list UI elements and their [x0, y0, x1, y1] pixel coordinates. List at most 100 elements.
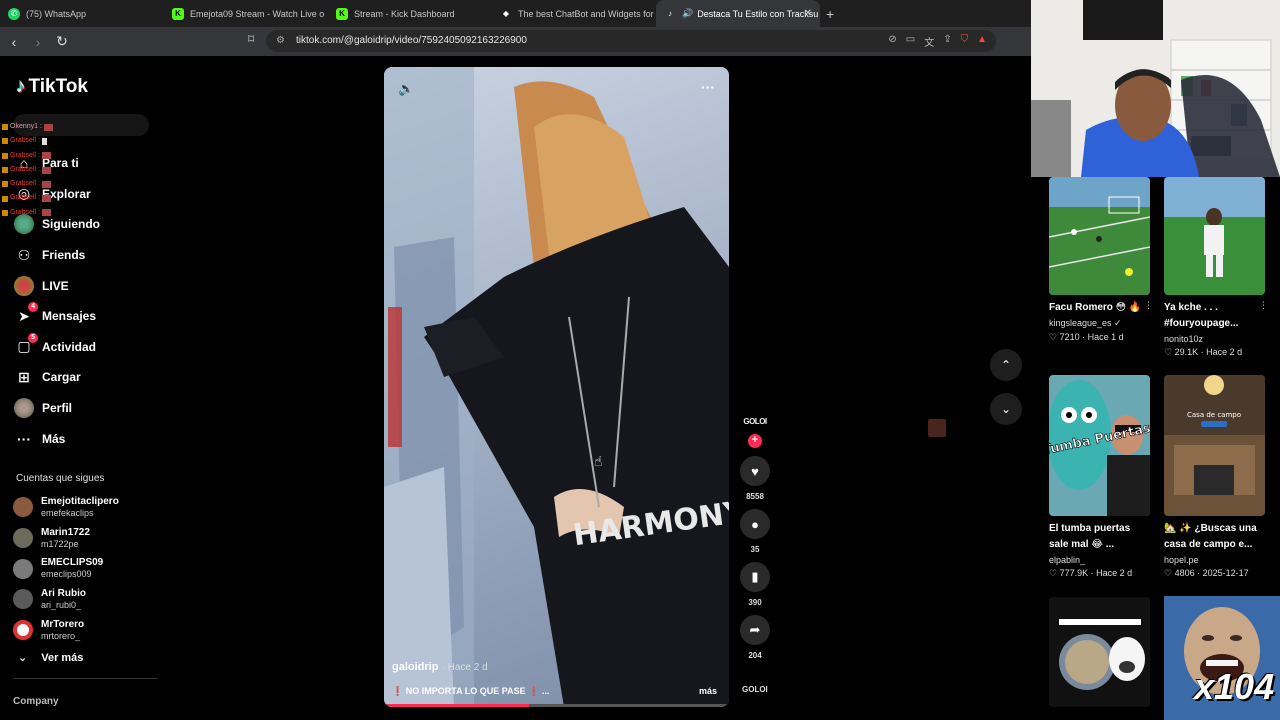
following-name: Marin1722 — [41, 526, 90, 538]
tab-title: Destaca Tu Estilo con Tracksu — [697, 8, 819, 19]
following-item[interactable]: EMECLIPS09 emeclips009 — [13, 553, 160, 584]
new-tab-button[interactable]: + — [820, 6, 840, 22]
volume-icon[interactable]: 🔈 — [398, 81, 414, 97]
more-options-icon[interactable]: ⋮ — [1259, 300, 1268, 311]
recommendation-title: Facu Romero 😳 🔥 — [1049, 302, 1142, 313]
recommendation-thumbnail — [1164, 177, 1265, 295]
following-section-title: Cuentas que sigues — [16, 473, 105, 484]
time: Hace 1 d — [1087, 332, 1124, 342]
brave-rewards-icon[interactable]: ▲ — [977, 34, 987, 49]
forward-icon[interactable]: › — [28, 34, 48, 50]
bookmark-icon[interactable]: ⌑ — [248, 32, 254, 46]
tiktok-logo[interactable]: ♪ TikTok — [16, 76, 88, 98]
messages-badge: 4 — [28, 302, 38, 313]
chat-line: Grabsell : — [2, 191, 53, 205]
tab-title: (75) WhatsApp — [26, 8, 87, 19]
back-icon[interactable]: ‹ — [4, 34, 24, 50]
share-icon[interactable]: ⇪ — [943, 34, 951, 49]
comment-icon: ● — [740, 509, 770, 539]
football-player-illustration — [1164, 177, 1265, 295]
messages-icon: ➤ 4 — [12, 302, 38, 328]
sidebar-item-cargar[interactable]: ⊞ Cargar — [12, 362, 160, 393]
see-more-button[interactable]: ⌄ Ver más — [18, 651, 84, 665]
tab-title: The best ChatBot and Widgets for Ki — [518, 8, 656, 19]
likes: ♡ 29.1K — [1164, 347, 1199, 357]
thumbnail-icon — [928, 419, 946, 437]
following-item[interactable]: Marin1722 m1722pe — [13, 523, 160, 554]
url-field[interactable]: ⚙ tiktok.com/@galoidrip/video/7592405092… — [266, 30, 996, 52]
bookmark-icon: ▮ — [740, 562, 770, 592]
like-action[interactable]: ♥ 8558 — [738, 456, 772, 501]
see-more-label: Ver más — [41, 651, 84, 664]
sidebar-item-mas[interactable]: ··· Más — [12, 423, 160, 454]
sidebar-item-live[interactable]: LIVE — [12, 270, 160, 301]
video-progress-fill — [384, 704, 529, 707]
follow-button[interactable]: + — [748, 434, 762, 448]
sidebar-item-actividad[interactable]: ▢ 5 Actividad — [12, 332, 160, 363]
chat-line: Okenny1 : — [2, 120, 53, 134]
translate-icon[interactable]: 文 — [924, 34, 934, 49]
recommendation-author: kingsleague_es ✓ — [1049, 318, 1122, 328]
video-player[interactable]: HARMONY 🔈 ··· galoidrip · Hace 2 d ❗ NO … — [384, 67, 729, 707]
chat-user: Grabsell : — [10, 208, 40, 216]
creator-avatar[interactable]: GOLOI — [740, 414, 770, 434]
sidebar-item-perfil[interactable]: Perfil — [12, 393, 160, 424]
more-options-icon[interactable]: ⋮ — [1144, 300, 1153, 311]
following-handle: emeclips009 — [41, 569, 92, 580]
video-progress-bar[interactable] — [384, 704, 729, 707]
no-tracking-icon[interactable]: ⊘ — [888, 34, 896, 49]
tab-botrix[interactable]: ◆ The best ChatBot and Widgets for Ki — [492, 0, 656, 27]
recommendation-card[interactable]: Tumba Puertas El tumba puertas sale mal … — [1049, 375, 1150, 579]
football-field-illustration — [1049, 177, 1150, 295]
comment-action[interactable]: ● 35 — [738, 509, 772, 554]
brave-shield-icon[interactable]: ⛉ — [961, 34, 969, 49]
save-action[interactable]: ▮ 390 — [738, 562, 772, 607]
following-item[interactable]: MrTorero mrtorero_ — [13, 615, 160, 646]
more-button[interactable]: más — [699, 686, 717, 696]
reload-icon[interactable]: ↻ — [52, 33, 72, 50]
tab-kick-dashboard[interactable]: K Stream - Kick Dashboard — [328, 0, 492, 27]
tab-kick-stream[interactable]: K Emejota09 Stream - Watch Live o — [164, 0, 328, 27]
company-link[interactable]: Company — [13, 696, 59, 707]
chat-user: Grabsell : — [10, 151, 40, 159]
sidebar-item-friends[interactable]: ⚇ Friends — [12, 240, 160, 271]
url-text: tiktok.com/@galoidrip/video/759240509216… — [296, 35, 527, 46]
thumbnail-overlay-text: Casa de campo — [1187, 411, 1241, 419]
video-author-line: galoidrip · Hace 2 d — [392, 661, 488, 673]
chat-user: Grabsell : — [10, 137, 40, 145]
previous-video-button[interactable]: ⌃ — [990, 349, 1022, 381]
cast-icon[interactable]: ▭ — [906, 34, 915, 49]
video-caption: ❗ NO IMPORTA LO QUE PASE ❗ ... — [392, 686, 549, 697]
multiplier-text: x104 — [1194, 666, 1275, 707]
recommendation-card[interactable] — [1049, 597, 1150, 707]
webcam-illustration — [1031, 0, 1280, 177]
likes: ♡ 4806 — [1164, 568, 1195, 578]
sidebar-item-mensajes[interactable]: ➤ 4 Mensajes — [12, 301, 160, 332]
laugh-overlay: x104 — [1164, 596, 1280, 720]
address-bar-row: ‹ › ↻ ⌑ ⚙ tiktok.com/@galoidrip/video/75… — [0, 27, 1031, 56]
caption-emoji: ❗ — [528, 686, 540, 696]
more-options-icon[interactable]: ··· — [701, 79, 715, 95]
next-creator-avatar[interactable]: GOLOI — [742, 685, 768, 694]
avatar — [13, 497, 33, 518]
tab-tiktok[interactable]: ♪ 🔊 Destaca Tu Estilo con Tracksu ✕ — [656, 0, 820, 27]
video-author[interactable]: galoidrip — [392, 661, 438, 673]
following-item[interactable]: Emejotitaclipero emefekaclips — [13, 492, 160, 523]
close-tab-icon[interactable]: ✕ — [804, 8, 812, 19]
recommendation-stats: ♡ 29.1K · Hace 2 d — [1164, 347, 1243, 357]
recommendation-card[interactable]: Casa de campo 🏡 ✨ ¿Buscas una casa de ca… — [1164, 375, 1265, 579]
share-action[interactable]: ➦ 204 — [738, 615, 772, 660]
sidebar-item-label: Friends — [42, 248, 86, 263]
recommendation-card[interactable]: Ya kche . . . #fouryoupage... ⋮ nonito10… — [1164, 177, 1268, 358]
likes: ♡ 777.9K — [1049, 568, 1089, 578]
next-video-button[interactable]: ⌄ — [990, 393, 1022, 425]
tab-whatsapp[interactable]: ✆ (75) WhatsApp — [0, 0, 164, 27]
recommendation-title: Ya kche . . . #fouryoupage... — [1164, 302, 1239, 329]
recommendation-author: elpablin_ — [1049, 555, 1086, 565]
sidebar-item-label: Cargar — [42, 370, 81, 385]
following-item[interactable]: Ari Rubio ari_rubi0_ — [13, 584, 160, 615]
tab-title: Stream - Kick Dashboard — [354, 8, 455, 19]
more-icon: ··· — [17, 430, 31, 447]
site-info-icon[interactable]: ⚙ — [276, 30, 285, 52]
recommendation-card[interactable]: Facu Romero 😳 🔥 ⋮ kingsleague_es ✓ ♡ 721… — [1049, 177, 1153, 343]
